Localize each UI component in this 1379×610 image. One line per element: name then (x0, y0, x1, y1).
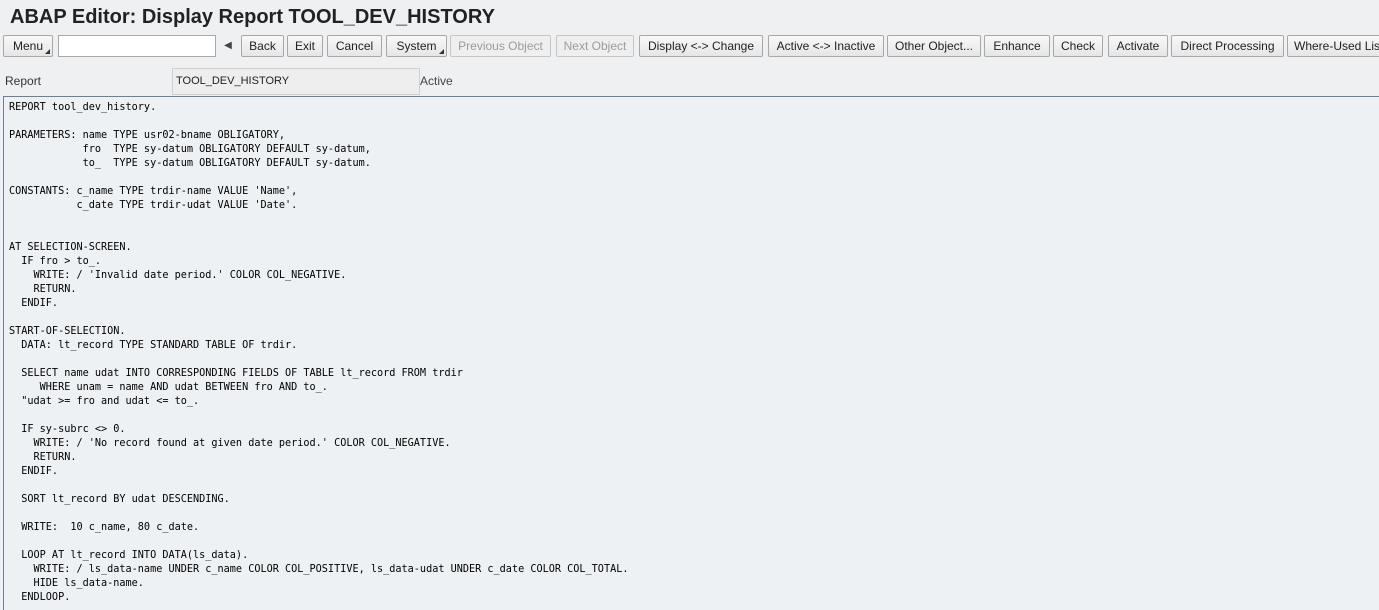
where-used-list-button[interactable]: Where-Used List (1287, 35, 1379, 57)
application-toolbar: Menu ◀ Back Exit Cancel System Previous … (3, 35, 1379, 57)
activate-button[interactable]: Activate (1108, 35, 1168, 57)
code-line: WRITE: / 'No record found at given date … (9, 438, 451, 449)
code-line: RETURN. (9, 284, 77, 295)
dropdown-corner-icon (45, 49, 50, 54)
report-name-field[interactable]: TOOL_DEV_HISTORY (172, 68, 420, 95)
cancel-button[interactable]: Cancel (327, 35, 382, 57)
code-line: ENDIF. (9, 298, 59, 309)
code-line: ENDIF. (9, 466, 59, 477)
system-button-label: System (396, 39, 437, 53)
code-line: WRITE: / ls_data-name UNDER c_name COLOR… (9, 564, 629, 575)
report-label: Report (5, 74, 42, 88)
next-object-button[interactable]: Next Object (556, 35, 634, 57)
status-label: Active (420, 74, 453, 88)
code-line: START-OF-SELECTION. (9, 326, 126, 337)
menu-button-label: Menu (12, 39, 44, 53)
code-line: WRITE: 10 c_name, 80 c_date. (9, 522, 200, 533)
code-line: HIDE ls_data-name. (9, 578, 144, 589)
active-inactive-button[interactable]: Active <-> Inactive (768, 35, 884, 57)
code-line: AT SELECTION-SCREEN. (9, 242, 132, 253)
check-button[interactable]: Check (1053, 35, 1103, 57)
code-editor[interactable]: REPORT tool_dev_history. PARAMETERS: name… (3, 96, 1379, 610)
code-line: PARAMETERS: name TYPE usr02-bname OBLIGA… (9, 130, 286, 141)
menu-button[interactable]: Menu (3, 35, 53, 57)
code-line: IF fro > to_. (9, 256, 102, 267)
triangle-left-icon[interactable]: ◀ (222, 35, 234, 57)
dropdown-corner-icon (439, 49, 444, 54)
code-line: DATA: lt_record TYPE STANDARD TABLE OF t… (9, 340, 298, 351)
other-object-button[interactable]: Other Object... (887, 35, 981, 57)
code-line: CONSTANTS: c_name TYPE trdir-name VALUE … (9, 186, 298, 197)
command-field[interactable] (58, 35, 216, 57)
code-line: SORT lt_record BY udat DESCENDING. (9, 494, 230, 505)
code-line: to_ TYPE sy-datum OBLIGATORY DEFAULT sy-… (9, 158, 371, 169)
direct-processing-button[interactable]: Direct Processing (1171, 35, 1284, 57)
previous-object-button[interactable]: Previous Object (450, 35, 551, 57)
code-line: WHERE unam = name AND udat BETWEEN fro A… (9, 382, 328, 393)
code-line: fro TYPE sy-datum OBLIGATORY DEFAULT sy-… (9, 144, 371, 155)
enhance-button[interactable]: Enhance (984, 35, 1050, 57)
exit-button[interactable]: Exit (287, 35, 323, 57)
code-line: LOOP AT lt_record INTO DATA(ls_data). (9, 550, 249, 561)
code-line: ENDLOOP. (9, 592, 71, 603)
code-line: RETURN. (9, 452, 77, 463)
back-button[interactable]: Back (241, 35, 284, 57)
display-change-button[interactable]: Display <-> Change (639, 35, 763, 57)
code-line: REPORT tool_dev_history. (9, 102, 157, 113)
code-line: WRITE: / 'Invalid date period.' COLOR CO… (9, 270, 347, 281)
code-line: "udat >= fro and udat <= to_. (9, 396, 200, 407)
page-title: ABAP Editor: Display Report TOOL_DEV_HIS… (10, 6, 495, 28)
code-line: SELECT name udat INTO CORRESPONDING FIEL… (9, 368, 463, 379)
code-line: c_date TYPE trdir-udat VALUE 'Date'. (9, 200, 298, 211)
code-line: IF sy-subrc <> 0. (9, 424, 126, 435)
system-button[interactable]: System (386, 35, 447, 57)
